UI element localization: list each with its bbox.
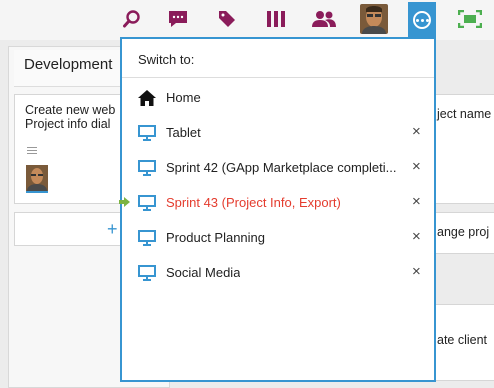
more-icon[interactable] xyxy=(408,2,436,38)
current-arrow-icon xyxy=(119,197,130,207)
close-icon[interactable]: × xyxy=(412,193,421,210)
switcher-item-tablet[interactable]: Tablet × xyxy=(122,116,434,150)
top-toolbar xyxy=(0,0,494,40)
close-icon[interactable]: × xyxy=(412,123,421,140)
notes-icon xyxy=(27,147,37,156)
dropdown-header: Switch to: xyxy=(122,39,434,78)
close-icon[interactable]: × xyxy=(412,158,421,175)
board-icon xyxy=(138,195,156,211)
switch-board-dropdown: Switch to: Home Tablet × Sprint 42 (GApp… xyxy=(119,37,436,382)
task-card[interactable]: ange proj xyxy=(430,212,494,254)
avatar[interactable] xyxy=(360,4,388,34)
switcher-item-sprint-42[interactable]: Sprint 42 (GApp Marketplace completi... … xyxy=(122,151,434,185)
switcher-item-social-media[interactable]: Social Media × xyxy=(122,256,434,290)
home-icon xyxy=(138,90,156,106)
board-icon xyxy=(138,265,156,281)
people-icon[interactable] xyxy=(310,4,338,34)
switcher-item-product-planning[interactable]: Product Planning × xyxy=(122,221,434,255)
search-icon[interactable] xyxy=(118,4,146,34)
plus-icon: + xyxy=(107,219,118,239)
task-card[interactable]: ject name xyxy=(430,94,494,204)
board-icon xyxy=(138,125,156,141)
close-icon[interactable]: × xyxy=(412,263,421,280)
right-column: ject name ange proj ate client xyxy=(430,94,494,381)
switcher-item-sprint-43[interactable]: Sprint 43 (Project Info, Export) × xyxy=(119,186,434,220)
card-avatar xyxy=(26,165,48,193)
fullscreen-icon[interactable] xyxy=(456,4,484,34)
chat-icon[interactable] xyxy=(164,4,192,34)
close-icon[interactable]: × xyxy=(412,228,421,245)
board-icon xyxy=(138,230,156,246)
card-title: Create new web Project info dial xyxy=(25,103,116,131)
board-icon xyxy=(138,160,156,176)
switcher-item-home[interactable]: Home xyxy=(122,81,434,115)
task-card[interactable]: ate client xyxy=(430,304,494,381)
tag-icon[interactable] xyxy=(213,4,241,34)
columns-icon[interactable] xyxy=(262,4,290,34)
